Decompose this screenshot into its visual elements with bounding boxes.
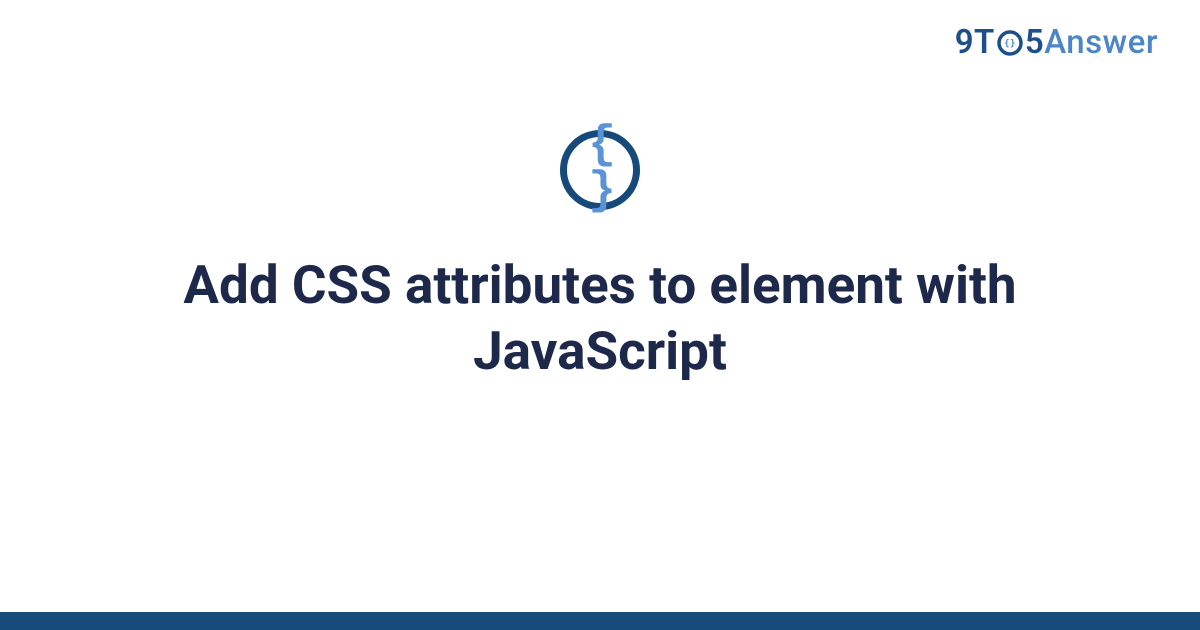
brand-nine: 9 [955, 23, 974, 62]
css-badge-icon: { } [560, 130, 640, 210]
brand-five: 5 [1025, 23, 1044, 62]
brand-logo: 9T {} 5Answer [955, 26, 1158, 63]
main-content: { } Add CSS attributes to element with J… [0, 130, 1200, 385]
brace-glyph: { } [567, 122, 633, 214]
brand-t: T [974, 23, 995, 62]
footer-bar [0, 612, 1200, 630]
page: 9T {} 5Answer { } Add CSS attributes to el… [0, 0, 1200, 630]
brand-answer: Answer [1044, 23, 1158, 62]
svg-text:{}: {} [1004, 39, 1016, 49]
brand-o-icon: {} [996, 29, 1024, 63]
page-title: Add CSS attributes to element with JavaS… [0, 252, 1200, 385]
